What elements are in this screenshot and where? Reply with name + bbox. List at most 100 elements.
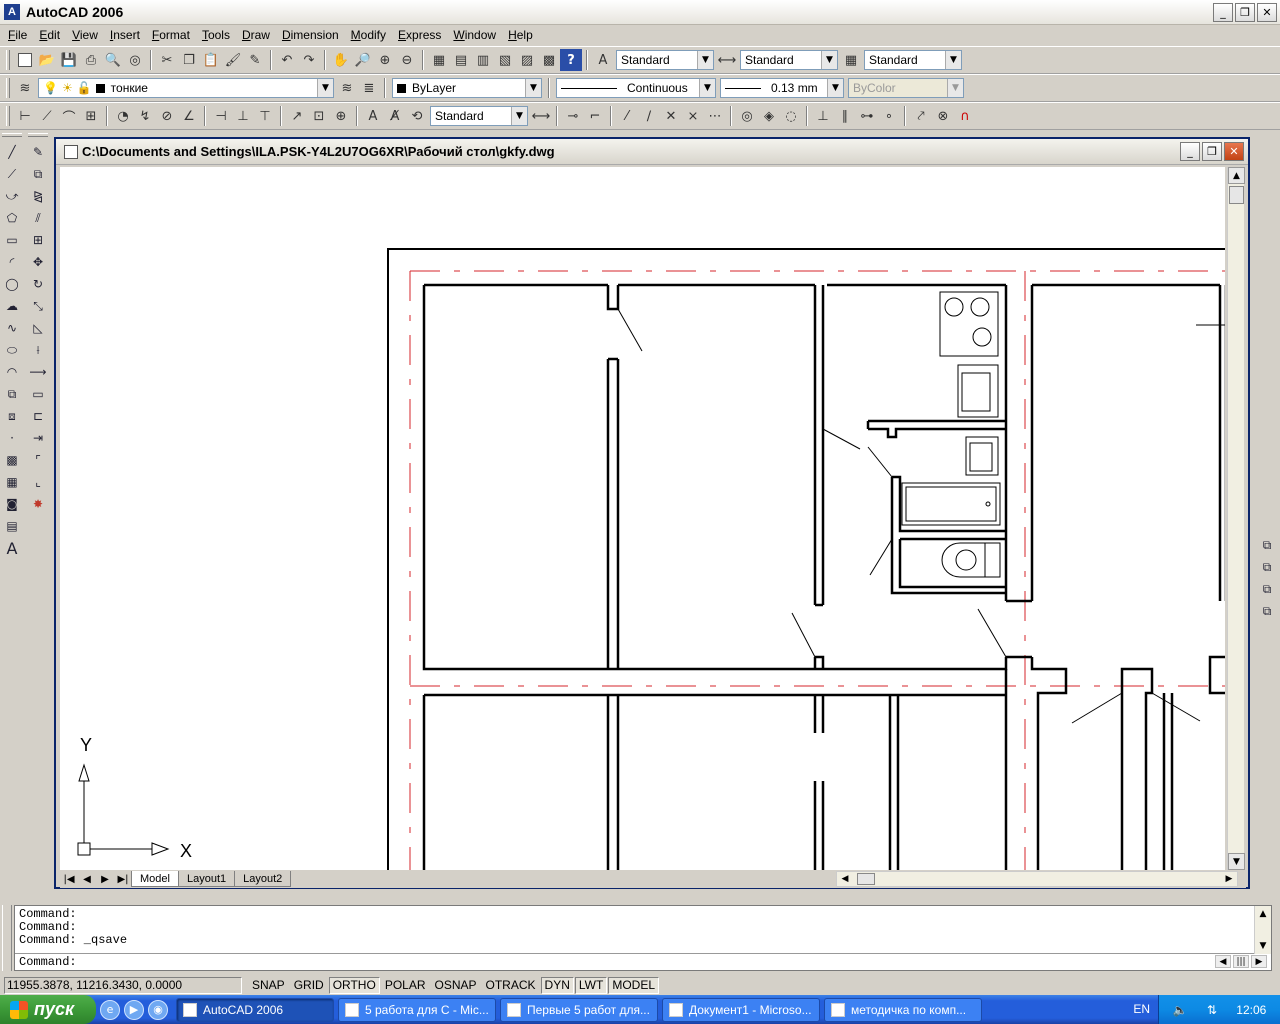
autocad-app-icon[interactable]: A: [4, 4, 20, 20]
dim-style-combo-2[interactable]: Standard ▼: [430, 106, 528, 126]
gradient-icon[interactable]: ▦: [0, 471, 24, 493]
status-toggle-osnap[interactable]: OSNAP: [430, 976, 481, 994]
media-player-icon[interactable]: ▶: [124, 999, 144, 1020]
first-tab-icon[interactable]: |◀: [60, 871, 78, 887]
taskbar-button[interactable]: Документ1 - Microso...: [662, 997, 820, 1022]
snap-perpendicular-icon[interactable]: ⊥: [812, 105, 834, 127]
chamfer-icon[interactable]: ⌜: [26, 449, 50, 471]
snap-insert-icon[interactable]: ⊶: [856, 105, 878, 127]
trim-icon[interactable]: ⟊: [26, 339, 50, 361]
snap-endpoint-icon[interactable]: ⁄: [616, 105, 638, 127]
quick-dimension-icon[interactable]: ⊣: [210, 105, 232, 127]
zoom-window-icon[interactable]: ⊕: [374, 49, 396, 71]
scroll-thumb[interactable]: [1229, 186, 1244, 204]
minimize-button[interactable]: _: [1213, 3, 1233, 22]
text-style-icon[interactable]: A: [592, 49, 614, 71]
status-toggle-snap[interactable]: SNAP: [248, 976, 289, 994]
clock[interactable]: 12:06: [1236, 1003, 1266, 1017]
array-icon[interactable]: ⊞: [26, 229, 50, 251]
dimension-text-edit-icon[interactable]: A̸: [384, 105, 406, 127]
browser-icon[interactable]: ◉: [148, 999, 168, 1020]
prev-tab-icon[interactable]: ◀: [78, 871, 96, 887]
region-icon[interactable]: ◙: [0, 493, 24, 515]
move-icon[interactable]: ✥: [26, 251, 50, 273]
model-space-canvas[interactable]: Y X: [60, 167, 1225, 870]
circle-icon[interactable]: ◯: [0, 273, 24, 295]
join-icon[interactable]: ⇥: [26, 427, 50, 449]
scroll-thumb[interactable]: [857, 873, 875, 885]
scroll-thumb[interactable]: |||: [1233, 955, 1249, 968]
snap-quadrant-icon[interactable]: ◈: [758, 105, 780, 127]
ordinate-dimension-icon[interactable]: ⊞: [80, 105, 102, 127]
tab-model[interactable]: Model: [131, 871, 179, 887]
pan-icon[interactable]: ✋: [330, 49, 352, 71]
menu-help[interactable]: Help: [502, 28, 539, 42]
network-icon[interactable]: ⇅: [1207, 1003, 1217, 1017]
drawing-minimize-button[interactable]: _: [1180, 142, 1200, 161]
snap-center-icon[interactable]: ◎: [736, 105, 758, 127]
toolbar-grip[interactable]: [6, 78, 10, 98]
ellipse-icon[interactable]: ⬭: [0, 339, 24, 361]
snap-nearest-icon[interactable]: ⤤: [910, 105, 932, 127]
radius-dimension-icon[interactable]: ◔: [112, 105, 134, 127]
jogged-dimension-icon[interactable]: ↯: [134, 105, 156, 127]
chevron-down-icon[interactable]: ▼: [945, 51, 961, 69]
aligned-dimension-icon[interactable]: ⟋: [36, 105, 58, 127]
layer-previous-icon[interactable]: ≣: [358, 77, 380, 99]
table-icon[interactable]: ▤: [0, 515, 24, 537]
line-icon[interactable]: ╱: [0, 141, 24, 163]
last-tab-icon[interactable]: ▶|: [114, 871, 132, 887]
chevron-down-icon[interactable]: ▼: [827, 79, 843, 97]
scroll-down-icon[interactable]: ▼: [1228, 853, 1245, 870]
plot-icon[interactable]: ⎙: [80, 49, 102, 71]
start-button[interactable]: пуск: [0, 995, 96, 1024]
snap-tangent-icon[interactable]: ◌: [780, 105, 802, 127]
tab-layout2[interactable]: Layout2: [234, 871, 292, 887]
quick-leader-icon[interactable]: ↗: [286, 105, 308, 127]
horizontal-scrollbar[interactable]: ◀ ▶: [836, 871, 1238, 887]
chevron-down-icon[interactable]: ▼: [525, 79, 541, 97]
scale-icon[interactable]: ⤡: [26, 295, 50, 317]
spline-icon[interactable]: ∿: [0, 317, 24, 339]
menu-file[interactable]: File: [2, 28, 33, 42]
zoom-realtime-icon[interactable]: 🔎: [352, 49, 374, 71]
command-prompt[interactable]: Command:: [15, 954, 1271, 969]
chevron-down-icon[interactable]: ▼: [317, 79, 333, 97]
cut-icon[interactable]: ✂: [156, 49, 178, 71]
baseline-dimension-icon[interactable]: ⊥: [232, 105, 254, 127]
drawing-close-button[interactable]: ✕: [1224, 142, 1244, 161]
coordinate-readout[interactable]: 11955.3878, 11216.3430, 0.0000: [4, 976, 242, 994]
menu-modify[interactable]: Modify: [345, 28, 392, 42]
stretch-icon[interactable]: ◺: [26, 317, 50, 339]
explode-icon[interactable]: ✸: [26, 493, 50, 515]
taskbar-button[interactable]: 5 работа для C - Mic...: [338, 997, 496, 1022]
plot-preview-icon[interactable]: 🔍: [102, 49, 124, 71]
snap-midpoint-icon[interactable]: ∕: [638, 105, 660, 127]
ie-icon[interactable]: e: [100, 999, 120, 1020]
language-indicator[interactable]: EN: [1133, 1002, 1150, 1016]
angular-dimension-icon[interactable]: ∠: [178, 105, 200, 127]
menu-window[interactable]: Window: [447, 28, 502, 42]
save-icon[interactable]: 💾: [58, 49, 80, 71]
command-hscroll[interactable]: ◀ ||| ▶: [1213, 955, 1267, 968]
ellipse-arc-icon[interactable]: ◠: [0, 361, 24, 383]
arc-length-icon[interactable]: ⌒: [58, 105, 80, 127]
dimension-update-icon[interactable]: ⟲: [406, 105, 428, 127]
osnap-settings-icon[interactable]: ∩: [954, 105, 976, 127]
dimension-style-icon[interactable]: ⟷: [530, 105, 552, 127]
table-style-icon[interactable]: ▦: [840, 49, 862, 71]
menu-dimension[interactable]: Dimension: [276, 28, 345, 42]
menu-express[interactable]: Express: [392, 28, 447, 42]
new-icon[interactable]: [14, 49, 36, 71]
status-toggle-dyn[interactable]: DYN: [540, 976, 574, 994]
scroll-right-icon[interactable]: ▶: [1251, 955, 1267, 968]
revision-cloud-icon[interactable]: ☁: [0, 295, 24, 317]
rectangle-icon[interactable]: ▭: [0, 229, 24, 251]
menu-draw[interactable]: Draw: [236, 28, 276, 42]
copy-icon[interactable]: ❐: [178, 49, 200, 71]
menu-format[interactable]: Format: [146, 28, 196, 42]
color-combo[interactable]: ByLayer ▼: [392, 78, 542, 98]
scroll-up-icon[interactable]: ▲: [1255, 906, 1271, 922]
command-window-grip[interactable]: [2, 905, 12, 971]
extend-icon[interactable]: ⟶: [26, 361, 50, 383]
